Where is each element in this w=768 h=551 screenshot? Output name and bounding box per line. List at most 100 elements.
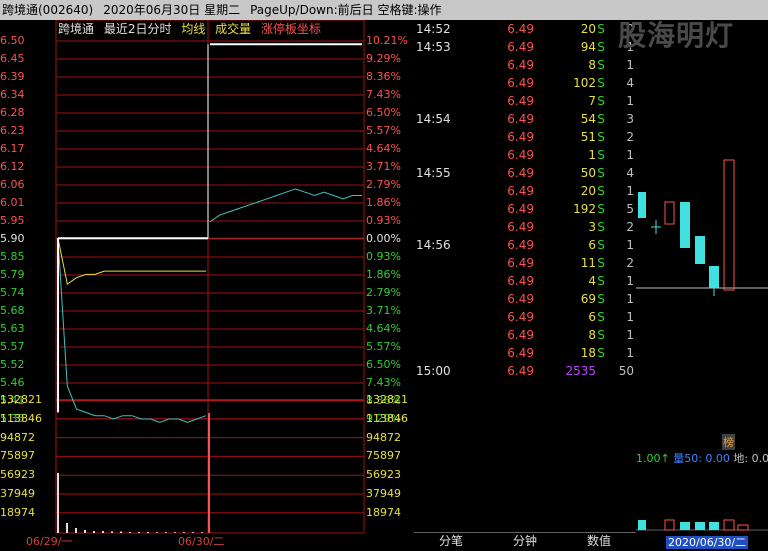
tick-row[interactable]: 14:54 6.49 54 S 3 xyxy=(414,110,636,128)
tick-volume: 54 xyxy=(580,112,596,126)
tick-volume: 8 xyxy=(588,58,596,72)
volume-tick-label: 75897 xyxy=(366,449,401,463)
tick-price: 6.49 xyxy=(507,238,534,252)
tick-side: S xyxy=(597,58,605,72)
price-tick-label: 6.17 xyxy=(0,142,25,155)
intraday-chart xyxy=(55,20,365,534)
tick-row[interactable]: 6.49 69 S 1 xyxy=(414,290,636,308)
tick-time: 14:52 xyxy=(416,22,451,36)
tick-row[interactable]: 6.49 6 S 1 xyxy=(414,308,636,326)
tick-row[interactable]: 6.49 20 S 1 xyxy=(414,182,636,200)
ma-value-3: 地: 0.0 xyxy=(733,452,768,465)
tick-count: 5 xyxy=(626,202,634,216)
pct-tick-label: 1.86% xyxy=(366,196,401,209)
pct-tick-label: 0.00% xyxy=(366,232,401,245)
rank-badge[interactable]: 榜 xyxy=(722,434,735,450)
tick-row[interactable]: 6.49 102 S 4 xyxy=(414,74,636,92)
tick-volume: 2535 xyxy=(565,364,596,378)
price-tick-label: 5.90 xyxy=(0,232,25,245)
kline-candle xyxy=(695,236,705,264)
tick-count: 1 xyxy=(626,238,634,252)
price-tick-label: 6.34 xyxy=(0,88,25,101)
tick-side: S xyxy=(597,94,605,108)
pct-tick-label: 0.93% xyxy=(366,214,401,227)
tick-volume: 3 xyxy=(588,220,596,234)
pct-tick-label: 3.71% xyxy=(366,304,401,317)
tick-side: S xyxy=(597,256,605,270)
tick-row[interactable]: 6.49 7 S 1 xyxy=(414,92,636,110)
hint-title: PageUp/Down:前后日 空格键:操作 xyxy=(250,3,442,17)
tick-volume: 20 xyxy=(580,184,596,198)
price-tick-label: 6.39 xyxy=(0,70,25,83)
tick-time: 14:56 xyxy=(416,238,451,252)
tick-volume: 7 xyxy=(588,94,596,108)
x-label-day2: 06/30/二 xyxy=(178,535,225,548)
volume-tick-label: 56923 xyxy=(0,468,35,482)
tick-row[interactable]: 14:56 6.49 6 S 1 xyxy=(414,236,636,254)
tick-side: S xyxy=(597,112,605,126)
tick-side: S xyxy=(597,220,605,234)
price-tick-label: 5.57 xyxy=(0,340,25,353)
kline-candle xyxy=(723,159,735,291)
tick-side: S xyxy=(597,274,605,288)
tick-row[interactable]: 6.49 51 S 2 xyxy=(414,128,636,146)
volume-tick-label: 94872 xyxy=(366,430,401,444)
tick-side: S xyxy=(597,184,605,198)
pct-tick-label: 6.50% xyxy=(366,358,401,371)
tick-row[interactable]: 6.49 11 S 2 xyxy=(414,254,636,272)
price-tick-label: 6.01 xyxy=(0,196,25,209)
tick-price: 6.49 xyxy=(507,220,534,234)
tab-values[interactable]: 数值 xyxy=(562,533,636,550)
price-tick-label: 5.63 xyxy=(0,322,25,335)
tick-count: 50 xyxy=(618,364,634,378)
tick-side: S xyxy=(597,310,605,324)
volume-tick-label: 18974 xyxy=(0,505,35,519)
tick-row[interactable]: 6.49 192 S 5 xyxy=(414,200,636,218)
pct-tick-label: 9.29% xyxy=(366,52,401,65)
kline-volume xyxy=(737,524,749,531)
pct-tick-label: 8.36% xyxy=(366,70,401,83)
tick-volume: 50 xyxy=(580,166,596,180)
tick-price: 6.49 xyxy=(507,112,534,126)
tick-volume: 192 xyxy=(573,202,596,216)
tick-count: 2 xyxy=(626,130,634,144)
tick-row[interactable]: 6.49 4 S 1 xyxy=(414,272,636,290)
date-title: 2020年06月30日 星期二 xyxy=(103,3,241,17)
price-tick-label: 6.06 xyxy=(0,178,25,191)
tab-trades[interactable]: 分笔 xyxy=(414,533,488,550)
kline-panel xyxy=(636,159,768,531)
volume-tick-label: 113846 xyxy=(366,411,408,425)
tick-time: 14:55 xyxy=(416,166,451,180)
tick-time: 15:00 xyxy=(416,364,451,378)
price-tick-label: 6.12 xyxy=(0,160,25,173)
tick-row[interactable]: 6.49 8 S 1 xyxy=(414,326,636,344)
tick-row[interactable]: 6.49 1 S 1 xyxy=(414,146,636,164)
tick-row[interactable]: 14:55 6.49 50 S 4 xyxy=(414,164,636,182)
stock-title: 跨境通(002640) xyxy=(2,3,94,17)
price-line-day1 xyxy=(57,238,207,423)
tab-minutes[interactable]: 分钟 xyxy=(488,533,562,550)
tick-row[interactable]: 14:53 6.49 94 S 1 xyxy=(414,38,636,56)
tick-row[interactable]: 6.49 3 S 2 xyxy=(414,218,636,236)
tick-side: S xyxy=(597,40,605,54)
tick-count: 1 xyxy=(626,184,634,198)
legend-volume: 成交量 xyxy=(215,22,252,36)
tick-list[interactable]: 14:52 6.49 20 S 0 14:53 6.49 94 S 1 6.49 8 S 1 6.49 102… xyxy=(414,20,636,533)
tick-row[interactable]: 6.49 8 S 1 xyxy=(414,56,636,74)
tick-side: S xyxy=(597,76,605,90)
price-tick-label: 6.28 xyxy=(0,106,25,119)
price-tick-label: 5.95 xyxy=(0,214,25,227)
tick-row[interactable]: 14:52 6.49 20 S 0 xyxy=(414,20,636,38)
volume-tick-label: 132821 xyxy=(0,393,42,406)
tick-side: S xyxy=(597,238,605,252)
tick-row[interactable]: 6.49 18 S 1 xyxy=(414,344,636,362)
kline-volume xyxy=(664,519,675,531)
tick-price: 6.49 xyxy=(507,40,534,54)
watermark-logo: 股海明灯 xyxy=(618,19,735,52)
tick-count: 4 xyxy=(626,166,634,180)
price-tick-label: 5.74 xyxy=(0,286,25,299)
tick-row[interactable]: 15:00 6.49 2535 50 xyxy=(414,362,636,380)
pct-tick-label: 5.57% xyxy=(366,124,401,137)
volume-tick-label: 132821 xyxy=(366,393,408,406)
tick-price: 6.49 xyxy=(507,22,534,36)
